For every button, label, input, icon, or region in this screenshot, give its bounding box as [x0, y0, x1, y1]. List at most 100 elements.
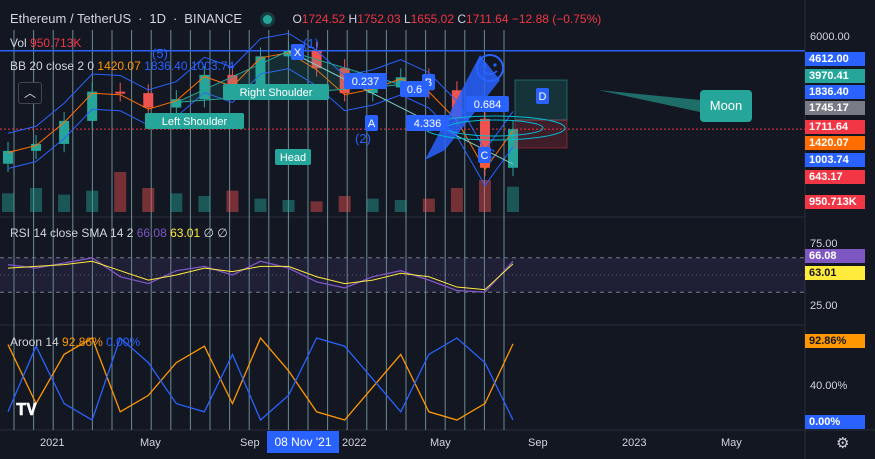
volume-bar [226, 190, 239, 212]
bb-basis-value: 1420.07 [97, 59, 141, 73]
left-shoulder-label: Left Shoulder [162, 116, 228, 128]
time-label-2021: 2021 [40, 437, 65, 449]
price-tag: 1836.40 [805, 85, 865, 99]
volume-bar [507, 186, 519, 212]
aroon-label: Aroon 14 [10, 335, 59, 349]
symbol-name[interactable]: Ethereum / TetherUS [10, 11, 131, 26]
close-label: C [457, 12, 467, 26]
volume-bar [30, 188, 43, 212]
aroon-down-value: 0.00% [106, 335, 141, 349]
close-value: 1711.64 [466, 12, 509, 26]
candle-body [143, 93, 154, 108]
open-value: 1724.52 [301, 12, 346, 26]
high-label: H [348, 12, 358, 26]
candle-body [59, 120, 70, 144]
price-axis-top-label: 6000.00 [810, 31, 850, 43]
symbol-legend: Ethereum / TetherUS · 1D · BINANCE O1724… [10, 11, 602, 26]
rsi-ma-tag: 63.01 [805, 266, 865, 280]
gear-icon[interactable]: ⚙ [836, 434, 849, 452]
price-tag: 1420.07 [805, 136, 865, 150]
volume-legend[interactable]: Vol 950.713K [10, 36, 81, 50]
bb-upper-value: 1836.40 [144, 59, 188, 73]
collapse-legend-button[interactable]: ︿ [18, 82, 42, 104]
volume-bar [366, 198, 379, 212]
ratio-xb-label: 0.237 [352, 76, 380, 88]
ratio-bd-label: 4.336 [414, 118, 442, 130]
low-label: L [403, 12, 411, 26]
volume-bar [58, 194, 71, 212]
wave-1-label: (1) [303, 36, 319, 51]
volume-value: 950.713K [30, 36, 82, 50]
volume-bar [114, 172, 127, 212]
rsi-extra-value: ∅ ∅ [203, 226, 228, 240]
chart-root: Left ShoulderRight ShoulderHeadMoonXABCD… [0, 0, 875, 459]
change-value: −12.88 (−0.75%) [511, 12, 602, 26]
volume-bar [450, 188, 463, 212]
time-label-2023: 2023 [622, 437, 647, 449]
price-tag: 643.17 [805, 170, 865, 184]
smiley-eye [493, 63, 497, 67]
high-value: 1752.03 [357, 12, 401, 26]
candle-body [3, 150, 13, 164]
volume-bar [338, 196, 351, 212]
volume-bar [422, 198, 435, 212]
time-label-may-2023: May [721, 437, 742, 449]
price-tag: 950.713K [805, 195, 865, 209]
aroon-axis-mid: 40.00% [810, 380, 848, 392]
wave-c-label: C [487, 147, 496, 161]
bb-lower-value: 1003.74 [190, 59, 235, 73]
tradingview-logo-icon[interactable]: 𝐓𝐕 [16, 402, 37, 420]
time-label-may-2022: May [430, 437, 451, 449]
open-label: O [292, 12, 302, 26]
point-a-label: A [368, 118, 376, 130]
volume-bar [310, 201, 323, 212]
point-x-label: X [294, 47, 302, 59]
volume-bar [142, 188, 155, 212]
head-label: Head [280, 152, 306, 164]
live-dot-icon [262, 15, 272, 25]
rsi-axis-lower: 25.00 [810, 300, 838, 312]
moon-label: Moon [710, 98, 743, 113]
rsi-ma-value: 63.01 [170, 226, 201, 240]
bb-legend[interactable]: BB 20 close 2 0 1420.07 1836.40 1003.74 [10, 59, 234, 73]
exchange-label: BINANCE [184, 11, 243, 26]
time-label-sep-2022: Sep [528, 437, 548, 449]
volume-bar [86, 190, 99, 212]
volume-bar [254, 198, 267, 212]
candle-body [87, 91, 98, 121]
aroon-up-line [7, 336, 514, 421]
stop-zone [514, 119, 568, 149]
aroon-up-value: 92.86% [62, 335, 103, 349]
price-tag: 4612.00 [805, 52, 865, 66]
ratio-ac-label: 0.6 [407, 84, 422, 96]
aroon-down-line [7, 336, 514, 422]
price-tag: 1711.64 [805, 120, 865, 134]
rsi-legend[interactable]: RSI 14 close SMA 14 2 66.08 63.01 ∅ ∅ [10, 226, 228, 240]
bb-label: BB 20 close 2 0 [10, 59, 95, 73]
price-tag: 1745.17 [805, 101, 865, 115]
time-label-sep-2021: Sep [240, 437, 260, 449]
rsi-value: 66.08 [136, 226, 167, 240]
price-tag: 1003.74 [805, 153, 865, 167]
volume-bar [198, 196, 211, 212]
point-d-label: D [539, 91, 547, 103]
price-tag: 3970.41 [805, 69, 865, 83]
rsi-label: RSI 14 close SMA 14 2 [10, 226, 134, 240]
interval-label[interactable]: 1D [149, 11, 166, 26]
volume-bar [394, 200, 407, 212]
time-label-may-2021: May [140, 437, 161, 449]
rsi-tag: 66.08 [805, 249, 865, 263]
crosshair-time-label: 08 Nov '21 [267, 431, 339, 453]
wave-2-label: (2) [355, 131, 371, 146]
volume-label: Vol [10, 36, 27, 50]
volume-bar [2, 193, 14, 212]
ratio-xd-label: 0.684 [474, 99, 502, 111]
chevron-up-icon: ︿ [23, 86, 36, 100]
right-shoulder-label: Right Shoulder [240, 87, 313, 99]
aroon-legend[interactable]: Aroon 14 92.86% 0.00% [10, 335, 140, 349]
volume-bar [282, 200, 295, 212]
aroon-down-tag: 0.00% [805, 415, 865, 429]
candle-body [115, 91, 126, 94]
volume-bar [170, 193, 183, 212]
time-label-2022: 2022 [342, 437, 367, 449]
